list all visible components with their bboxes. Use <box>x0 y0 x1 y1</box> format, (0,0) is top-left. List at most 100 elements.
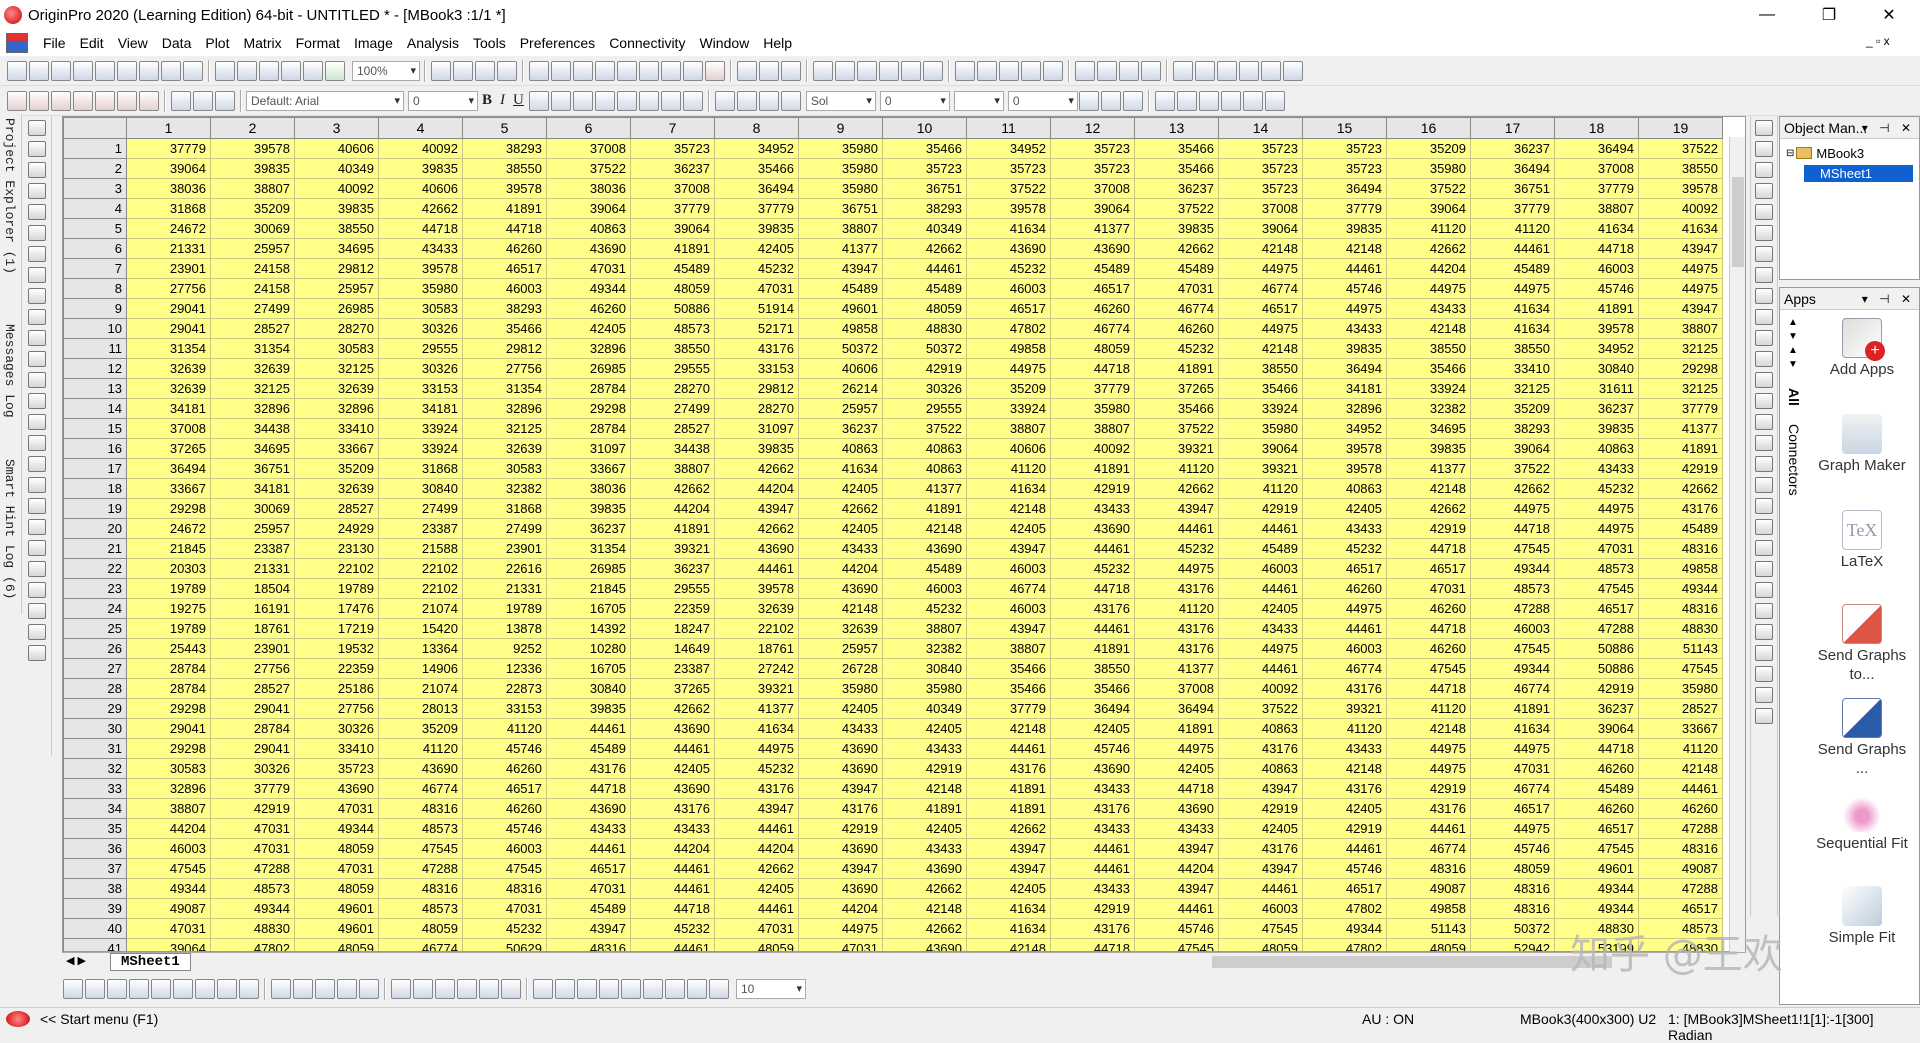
matrix-cell[interactable]: 42919 <box>1386 518 1471 539</box>
column-header[interactable]: 10 <box>882 117 967 139</box>
matrix-cell[interactable]: 14392 <box>546 618 631 639</box>
matrix-cell[interactable]: 43176 <box>966 758 1051 779</box>
table-icon[interactable] <box>1078 90 1099 111</box>
matrix-cell[interactable]: 36751 <box>210 458 295 479</box>
menu-tools[interactable]: Tools <box>466 35 513 51</box>
matrix-cell[interactable]: 41120 <box>1134 458 1219 479</box>
matrix-cell[interactable]: 35980 <box>378 278 463 299</box>
matrix-cell[interactable]: 49344 <box>294 818 379 839</box>
matrix-cell[interactable]: 16705 <box>546 658 631 679</box>
matrix-cell[interactable]: 36494 <box>1302 178 1387 199</box>
matrix-cell[interactable]: 30326 <box>210 758 295 779</box>
matrix-cell[interactable]: 42405 <box>882 818 967 839</box>
matrix-cell[interactable]: 47802 <box>1302 898 1387 919</box>
matrix-cell[interactable]: 42919 <box>1050 898 1135 919</box>
matrix-cell[interactable]: 33924 <box>1218 398 1303 419</box>
scatter-plot-icon[interactable] <box>85 979 105 999</box>
matrix-cell[interactable]: 32639 <box>294 478 379 499</box>
matrix-cell[interactable]: 47545 <box>1386 658 1471 679</box>
matrix-cell[interactable]: 42405 <box>1134 758 1219 779</box>
matrix-cell[interactable]: 46003 <box>966 598 1051 619</box>
matrix-cell[interactable]: 37008 <box>1554 158 1639 179</box>
recalculate-icon[interactable] <box>497 60 517 81</box>
column-header[interactable]: 5 <box>462 117 547 139</box>
row-header[interactable]: 29 <box>63 698 127 719</box>
matrix-cell[interactable]: 37008 <box>630 178 715 199</box>
line-tool-icon[interactable] <box>28 351 46 367</box>
matrix-cell[interactable]: 46517 <box>966 298 1051 319</box>
matrix-cell[interactable]: 41891 <box>630 238 715 259</box>
matrix-cell[interactable]: 40349 <box>882 218 967 239</box>
matrix-cell[interactable]: 46517 <box>1470 798 1555 819</box>
matrix-cell[interactable]: 42662 <box>630 698 715 719</box>
matrix-cell[interactable]: 24158 <box>210 278 295 299</box>
matrix-cell[interactable]: 23387 <box>630 658 715 679</box>
tree-sheet-node[interactable]: MSheet1 <box>1786 163 1913 183</box>
matrix-cell[interactable]: 29812 <box>714 378 799 399</box>
matrix-cell[interactable]: 21588 <box>378 538 463 559</box>
matrix-cell[interactable]: 46003 <box>1218 558 1303 579</box>
matrix-cell[interactable]: 44461 <box>714 558 799 579</box>
matrix-cell[interactable]: 18761 <box>210 618 295 639</box>
matrix-cell[interactable]: 33667 <box>1638 718 1723 739</box>
matrix-cell[interactable]: 42919 <box>1554 678 1639 699</box>
matrix-cell[interactable]: 49344 <box>1470 558 1555 579</box>
matrix-cell[interactable]: 27242 <box>714 658 799 679</box>
align-bottom-icon[interactable] <box>643 979 663 999</box>
matrix-cell[interactable]: 47545 <box>1554 578 1639 599</box>
matrix-cell[interactable]: 43690 <box>966 238 1051 259</box>
matrix-cell[interactable]: 44975 <box>966 358 1051 379</box>
align-right-icon[interactable] <box>577 979 597 999</box>
matrix-cell[interactable]: 42662 <box>1134 238 1219 259</box>
matrix-cell[interactable]: 28527 <box>630 418 715 439</box>
matrix-cell[interactable]: 42662 <box>882 918 967 939</box>
matrix-cell[interactable]: 35466 <box>462 318 547 339</box>
matrix-cell[interactable]: 42148 <box>1302 238 1387 259</box>
matrix-cell[interactable]: 49344 <box>1554 898 1639 919</box>
matrix-cell[interactable]: 41120 <box>1470 218 1555 239</box>
matrix-cell[interactable]: 34952 <box>1302 418 1387 439</box>
row-header[interactable]: 33 <box>63 778 127 799</box>
add-column-icon[interactable] <box>705 60 725 81</box>
matrix-cell[interactable]: 47031 <box>1134 278 1219 299</box>
matrix-cell[interactable]: 43690 <box>798 578 883 599</box>
matrix-cell[interactable]: 43947 <box>714 798 799 819</box>
matrix-cell[interactable]: 44461 <box>630 738 715 759</box>
start-menu-hint[interactable]: << Start menu (F1) <box>40 1011 158 1027</box>
matrix-cell[interactable]: 26728 <box>798 658 883 679</box>
matrix-cell[interactable]: 40863 <box>882 458 967 479</box>
convert-icon[interactable] <box>1755 477 1773 493</box>
matrix-cell[interactable]: 43690 <box>882 938 967 951</box>
matrix-cell[interactable]: 28527 <box>210 318 295 339</box>
profile-icon[interactable] <box>1755 498 1773 514</box>
matrix-cell[interactable]: 42662 <box>1470 478 1555 499</box>
matrix-cell[interactable]: 27499 <box>378 498 463 519</box>
set-x-icon[interactable] <box>955 60 975 81</box>
matrix-cell[interactable]: 40092 <box>294 178 379 199</box>
matrix-cell[interactable]: 46774 <box>1218 278 1303 299</box>
matrix-cell[interactable]: 38807 <box>1554 198 1639 219</box>
matrix-cell[interactable]: 46260 <box>1554 798 1639 819</box>
image-mode-icon[interactable] <box>661 60 681 81</box>
matrix-cell[interactable]: 45746 <box>1134 918 1219 939</box>
matrix-cell[interactable]: 25957 <box>798 638 883 659</box>
matrix-cell[interactable]: 43690 <box>882 538 967 559</box>
mask-icon[interactable] <box>28 456 46 472</box>
matrix-cell[interactable]: 23387 <box>210 538 295 559</box>
matrix-cell[interactable]: 42662 <box>966 818 1051 839</box>
new-excel-icon[interactable] <box>161 60 181 81</box>
matrix-cell[interactable]: 46003 <box>462 838 547 859</box>
histogram-icon[interactable] <box>813 60 833 81</box>
matrix-cell[interactable]: 50372 <box>1470 918 1555 939</box>
hand-tool-icon[interactable] <box>28 393 46 409</box>
matrix-cell[interactable]: 46260 <box>1386 598 1471 619</box>
matrix-cell[interactable]: 44461 <box>1050 618 1135 639</box>
matrix-cell[interactable]: 32896 <box>1302 398 1387 419</box>
matrix-cell[interactable]: 41120 <box>1386 698 1471 719</box>
matrix-cell[interactable]: 43433 <box>1218 618 1303 639</box>
matrix-cell[interactable]: 39835 <box>294 198 379 219</box>
matrix-cell[interactable]: 37779 <box>1638 398 1723 419</box>
matrix-cell[interactable]: 43176 <box>1218 738 1303 759</box>
matrix-cell[interactable]: 47031 <box>546 258 631 279</box>
matrix-cell[interactable]: 36494 <box>714 178 799 199</box>
